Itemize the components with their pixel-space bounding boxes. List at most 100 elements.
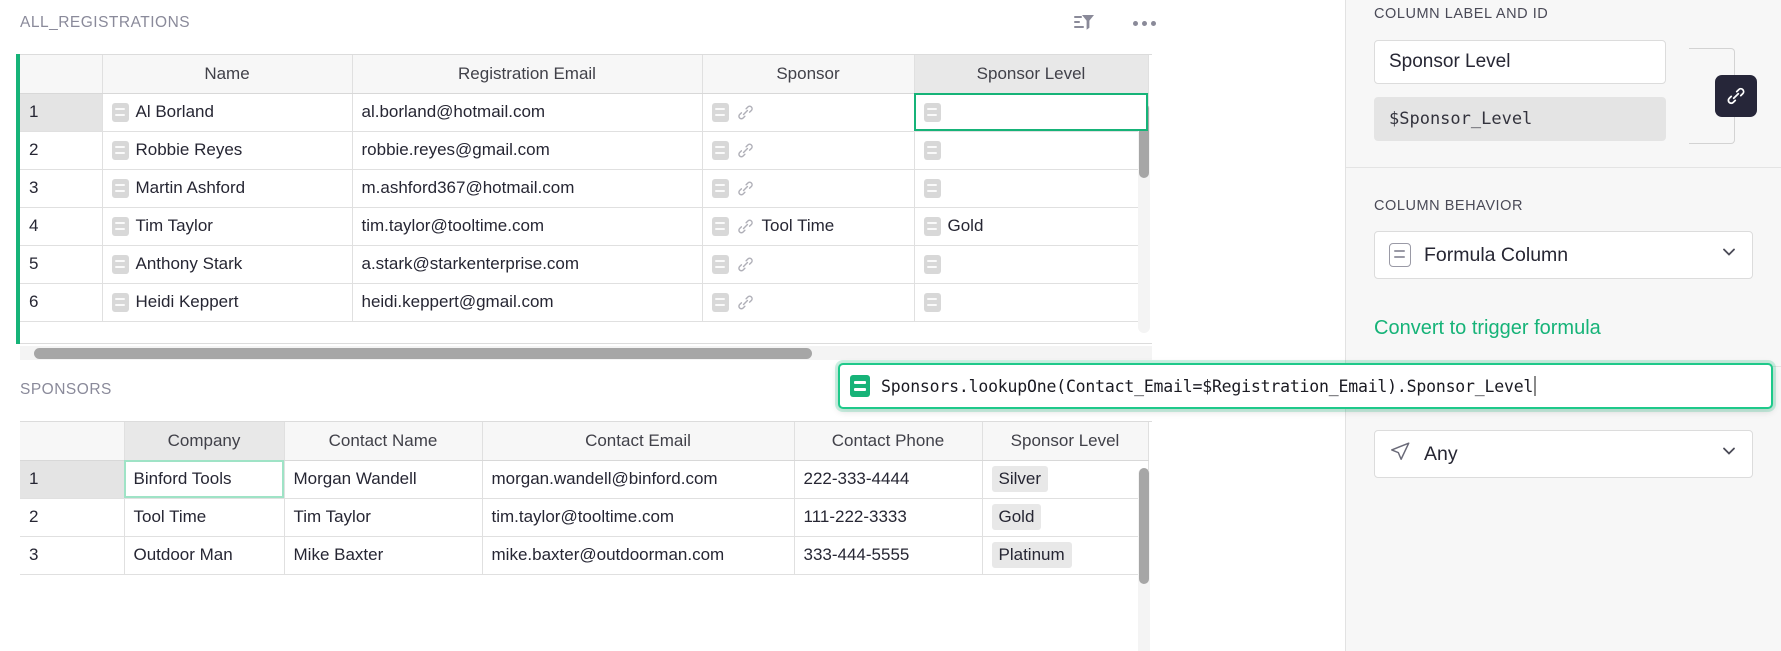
cell-name[interactable]: Tim Taylor <box>102 207 353 246</box>
row-number[interactable]: 2 <box>20 131 103 170</box>
cell-company[interactable]: Outdoor Man <box>124 536 285 575</box>
registrations-grid-wrap: Name Registration Email Sponsor Sponsor … <box>0 54 1345 360</box>
table-row[interactable]: 5 Anthony Stark a.stark@starkenterprise.… <box>20 245 1149 284</box>
cell-contact-email[interactable]: tim.taylor@tooltime.com <box>482 498 795 537</box>
cell-name[interactable]: Heidi Keppert <box>102 283 353 322</box>
chevron-down-icon <box>1720 442 1738 466</box>
cell-sponsor[interactable] <box>702 283 915 322</box>
cell-contact-phone[interactable]: 111-222-3333 <box>794 498 983 537</box>
table-row[interactable]: 6 Heidi Keppert heidi.keppert@gmail.com <box>20 283 1149 322</box>
cell-registration-email[interactable]: al.borland@hotmail.com <box>352 93 703 132</box>
table-row[interactable]: 1 Al Borland al.borland@hotmail.com <box>20 93 1149 132</box>
registrations-vscrollbar[interactable] <box>1138 103 1150 333</box>
formula-editor-text[interactable]: Sponsors.lookupOne(Contact_Email=$Regist… <box>881 377 1533 396</box>
column-header-sponsor[interactable]: Sponsor <box>702 55 915 94</box>
cell-name[interactable]: Martin Ashford <box>102 169 353 208</box>
cell-company[interactable]: Tool Time <box>124 498 285 537</box>
cell-sponsor-level[interactable]: Gold <box>982 498 1149 537</box>
cell-sponsor[interactable]: Tool Time <box>702 207 915 246</box>
column-type-value: Any <box>1424 442 1458 465</box>
sponsors-header-row: Company Contact Name Contact Email Conta… <box>20 422 1149 461</box>
convert-to-trigger-formula-link[interactable]: Convert to trigger formula <box>1374 317 1753 340</box>
column-header-contact-phone[interactable]: Contact Phone <box>794 422 983 461</box>
column-header-company[interactable]: Company <box>124 422 285 461</box>
cell-sponsor-level[interactable] <box>914 131 1149 170</box>
column-header-sponsor-level[interactable]: Sponsor Level <box>982 422 1149 461</box>
table-row[interactable]: 2 Tool Time Tim Taylor tim.taylor@toolti… <box>20 498 1149 537</box>
column-behavior-select[interactable]: Formula Column <box>1374 231 1753 279</box>
send-arrow-icon <box>1389 440 1411 468</box>
row-number[interactable]: 1 <box>20 460 125 499</box>
registrations-table: Name Registration Email Sponsor Sponsor … <box>20 55 1149 322</box>
right-config-panel: COLUMN LABEL AND ID Sponsor Level $Spons… <box>1345 0 1781 651</box>
cell-text: Tim Taylor <box>135 216 213 235</box>
row-number[interactable]: 4 <box>20 207 103 246</box>
cell-sponsor[interactable] <box>702 93 915 132</box>
row-number[interactable]: 2 <box>20 498 125 537</box>
cell-registration-email[interactable]: m.ashford367@hotmail.com <box>352 169 703 208</box>
row-number[interactable]: 1 <box>20 93 103 132</box>
table-row[interactable]: 1 Binford Tools Morgan Wandell morgan.wa… <box>20 460 1149 499</box>
cell-sponsor[interactable] <box>702 245 915 284</box>
row-number[interactable]: 5 <box>20 245 103 284</box>
column-header-contact-name[interactable]: Contact Name <box>284 422 483 461</box>
sponsors-grid[interactable]: Company Contact Name Contact Email Conta… <box>20 421 1152 651</box>
cell-registration-email[interactable]: robbie.reyes@gmail.com <box>352 131 703 170</box>
status-badge: Silver <box>991 466 1049 492</box>
row-number[interactable]: 3 <box>20 169 103 208</box>
cell-sponsor-level[interactable] <box>914 245 1149 284</box>
row-number[interactable]: 6 <box>20 283 103 322</box>
sponsors-vscrollbar[interactable] <box>1138 468 1150 651</box>
cell-name[interactable]: Al Borland <box>102 93 353 132</box>
cell-name[interactable]: Robbie Reyes <box>102 131 353 170</box>
scrollbar-thumb[interactable] <box>1139 468 1149 584</box>
cell-contact-email[interactable]: morgan.wandell@binford.com <box>482 460 795 499</box>
three-dots-icon[interactable] <box>1129 8 1159 38</box>
cell-registration-email[interactable]: heidi.keppert@gmail.com <box>352 283 703 322</box>
column-behavior-block: COLUMN BEHAVIOR Formula Column <box>1346 168 1781 305</box>
table-row[interactable]: 4 Tim Taylor tim.taylor@tooltime.com Too… <box>20 207 1149 246</box>
column-label-input[interactable]: Sponsor Level <box>1374 40 1666 84</box>
cell-text: Gold <box>947 216 984 235</box>
cell-text: Robbie Reyes <box>135 140 243 159</box>
cell-contact-name[interactable]: Mike Baxter <box>284 536 483 575</box>
table-row[interactable]: 3 Martin Ashford m.ashford367@hotmail.co… <box>20 169 1149 208</box>
cell-company-selected[interactable]: Binford Tools <box>124 460 285 499</box>
sort-filter-icon[interactable] <box>1069 8 1099 38</box>
cell-contact-phone[interactable]: 333-444-5555 <box>794 536 983 575</box>
cell-sponsor-level[interactable] <box>914 169 1149 208</box>
registrations-grid[interactable]: Name Registration Email Sponsor Sponsor … <box>20 54 1152 344</box>
column-header-name[interactable]: Name <box>102 55 353 94</box>
cell-contact-name[interactable]: Morgan Wandell <box>284 460 483 499</box>
registrations-hscrollbar[interactable] <box>20 346 1152 360</box>
column-header-contact-email[interactable]: Contact Email <box>482 422 795 461</box>
table-row[interactable]: 3 Outdoor Man Mike Baxter mike.baxter@ou… <box>20 536 1149 575</box>
link-icon[interactable] <box>1715 75 1757 117</box>
link-icon <box>736 141 755 160</box>
scrollbar-thumb[interactable] <box>34 348 812 359</box>
formula-editor-popup[interactable]: Sponsors.lookupOne(Contact_Email=$Regist… <box>838 363 1773 409</box>
cell-registration-email[interactable]: tim.taylor@tooltime.com <box>352 207 703 246</box>
cell-sponsor-level[interactable]: Platinum <box>982 536 1149 575</box>
row-number-header <box>20 55 103 94</box>
cell-sponsor-level[interactable]: Gold <box>914 207 1149 246</box>
row-number-header <box>20 422 125 461</box>
cell-contact-name[interactable]: Tim Taylor <box>284 498 483 537</box>
column-header-sponsor-level[interactable]: Sponsor Level <box>914 55 1149 94</box>
column-type-select[interactable]: Any <box>1374 430 1753 478</box>
cell-text: Anthony Stark <box>135 254 243 273</box>
cell-registration-email[interactable]: a.stark@starkenterprise.com <box>352 245 703 284</box>
cell-sponsor-level[interactable] <box>914 283 1149 322</box>
cell-name[interactable]: Anthony Stark <box>102 245 353 284</box>
cell-text: Tool Time <box>761 216 835 235</box>
cell-sponsor-level-selected[interactable] <box>914 93 1149 132</box>
cell-sponsor-level[interactable]: Silver <box>982 460 1149 499</box>
cell-sponsor[interactable] <box>702 131 915 170</box>
column-header-registration-email[interactable]: Registration Email <box>352 55 703 94</box>
row-number[interactable]: 3 <box>20 536 125 575</box>
table-row[interactable]: 2 Robbie Reyes robbie.reyes@gmail.com <box>20 131 1149 170</box>
cell-contact-email[interactable]: mike.baxter@outdoorman.com <box>482 536 795 575</box>
cell-sponsor[interactable] <box>702 169 915 208</box>
cell-contact-phone[interactable]: 222-333-4444 <box>794 460 983 499</box>
column-id-input[interactable]: $Sponsor_Level <box>1374 97 1666 141</box>
